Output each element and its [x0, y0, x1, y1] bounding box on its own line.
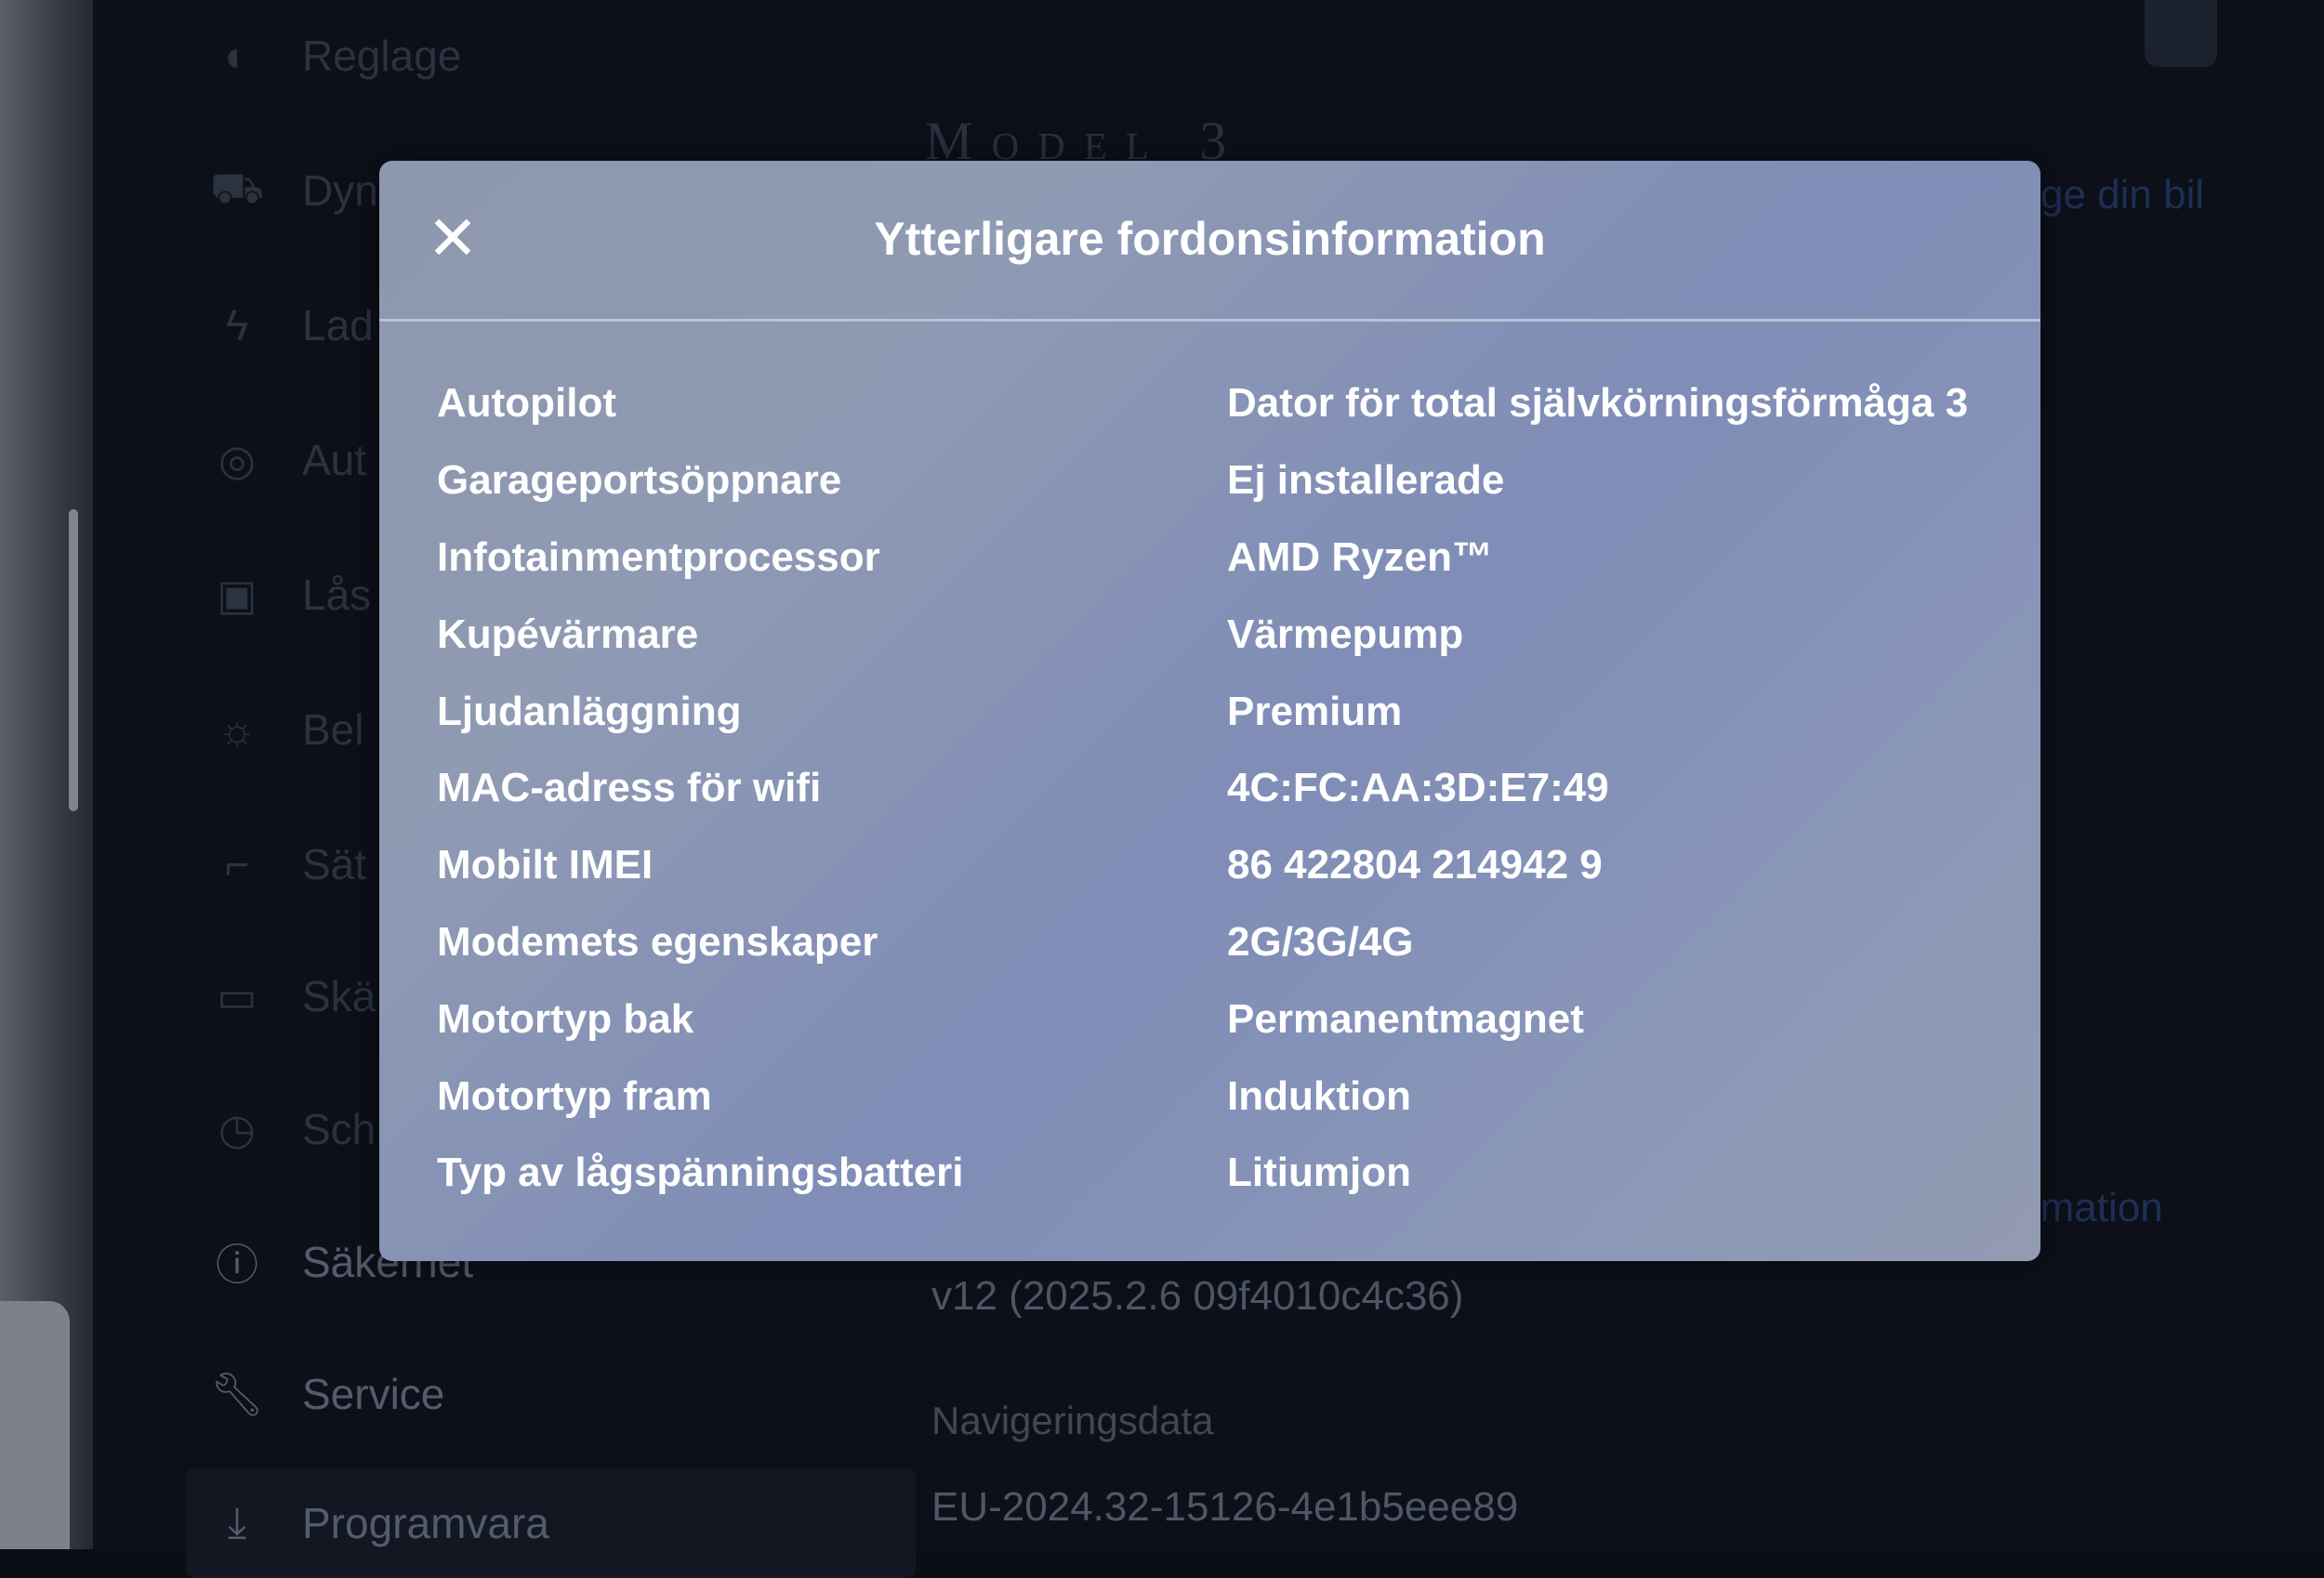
more-info-link[interactable]: rmation [2027, 1185, 2163, 1231]
info-value: 4C:FC:AA:3D:E7:49 [1227, 765, 1609, 811]
menu-item-belysning[interactable]: ☼ Bel [209, 702, 364, 757]
seat-icon: ⌐ [224, 840, 250, 888]
dialog-header: ✕ Ytterligare fordonsinformation [379, 161, 2040, 322]
info-label: Garageportsöppnare [437, 457, 842, 504]
wrench-icon: 🔧︎ [209, 1369, 265, 1418]
info-label: Typ av lågspänningsbatteri [437, 1150, 964, 1196]
info-label: Motortyp fram [437, 1072, 712, 1119]
info-list: Autopilot Dator för total självkörningsf… [437, 365, 2008, 1212]
sun-icon: ☼ [217, 705, 257, 754]
menu-item-scheman[interactable]: ◷ Sch [209, 1101, 376, 1157]
info-value: Litiumjon [1227, 1150, 1411, 1196]
toggle-icon: ◐ [224, 32, 250, 80]
info-value: 2G/3G/4G [1227, 918, 1414, 965]
info-value: Premium [1227, 688, 1403, 734]
info-value: Permanentmagnet [1227, 995, 1584, 1042]
menu-item-label: Programvara [302, 1499, 549, 1547]
name-car-link[interactable]: ge din bil [2040, 172, 2204, 218]
car-icon: ⛟ [210, 164, 264, 212]
info-label: Kupévärmare [437, 611, 699, 657]
vehicle-info-dialog: ✕ Ytterligare fordonsinformation Autopil… [379, 161, 2040, 1261]
dialog-title: Ytterligare fordonsinformation [874, 213, 1546, 265]
menu-item-label: Lås [302, 571, 372, 619]
sidebar-scrollbar[interactable] [69, 509, 78, 811]
bolt-icon: ϟ [225, 301, 249, 349]
info-label: Ljudanläggning [437, 688, 742, 734]
info-value: Värmepump [1227, 611, 1464, 657]
menu-item-label: Sch [302, 1105, 376, 1153]
info-row-heater: Kupévärmare Värmepump [437, 596, 2008, 673]
info-label: Autopilot [437, 380, 617, 427]
info-value: Induktion [1227, 1072, 1411, 1119]
menu-item-label: Service [302, 1370, 445, 1418]
menu-item-dynamik[interactable]: ⛟ Dyn [209, 163, 378, 218]
info-row-audio: Ljudanläggning Premium [437, 673, 2008, 750]
menu-item-service[interactable]: 🔧︎ Service [209, 1366, 445, 1422]
info-label: Infotainmentprocessor [437, 533, 880, 580]
menu-item-label: Reglage [302, 32, 462, 80]
lock-icon: ▣ [217, 571, 257, 619]
info-row-wifi-mac: MAC-adress för wifi 4C:FC:AA:3D:E7:49 [437, 750, 2008, 827]
side-tab [0, 1301, 70, 1549]
info-value: Ej installerade [1227, 457, 1505, 504]
menu-item-programvara[interactable]: ⤓ Programvara [186, 1468, 916, 1578]
menu-item-autopilot[interactable]: ◎ Aut [209, 432, 366, 488]
info-row-modem: Modemets egenskaper 2G/3G/4G [437, 904, 2008, 981]
menu-item-laddning[interactable]: ϟ Lad [209, 297, 374, 353]
info-value: 86 422804 214942 9 [1227, 842, 1603, 888]
display-icon: ▭ [217, 972, 257, 1020]
steering-wheel-icon: ◎ [218, 436, 257, 484]
menu-item-label: Sät [302, 840, 367, 888]
menu-item-reglage[interactable]: ◐ Reglage [209, 28, 461, 84]
menu-item-saten[interactable]: ⌐ Sät [209, 836, 366, 892]
software-version: v12 (2025.2.6 09f4010c4c36) [931, 1273, 1464, 1319]
info-row-garage: Garageportsöppnare Ej installerade [437, 442, 2008, 519]
nav-data-value: EU-2024.32-15126-4e1b5eee89 [931, 1484, 1519, 1530]
menu-item-label: Skä [302, 972, 376, 1020]
info-row-front-motor: Motortyp fram Induktion [437, 1058, 2008, 1135]
info-row-infotainment: Infotainmentprocessor AMD Ryzen™ [437, 519, 2008, 597]
nav-data-label: Navigeringsdata [931, 1399, 1214, 1442]
menu-item-label: Bel [302, 705, 364, 754]
info-label: Modemets egenskaper [437, 918, 878, 965]
info-icon: ⓘ [216, 1241, 258, 1289]
info-label: Motortyp bak [437, 995, 694, 1042]
info-value: Dator för total självkörningsförmåga 3 [1227, 380, 1969, 427]
menu-item-label: Lad [302, 301, 374, 349]
info-label: Mobilt IMEI [437, 842, 654, 888]
menu-item-label: Aut [302, 436, 367, 484]
info-label: MAC-adress för wifi [437, 765, 822, 811]
clock-icon: ◷ [218, 1105, 257, 1153]
info-row-autopilot: Autopilot Dator för total självkörningsf… [437, 365, 2008, 442]
info-value: AMD Ryzen™ [1227, 533, 1494, 580]
info-row-lv-battery: Typ av lågspänningsbatteri Litiumjon [437, 1135, 2008, 1212]
info-row-rear-motor: Motortyp bak Permanentmagnet [437, 980, 2008, 1058]
download-icon: ⤓ [227, 1498, 247, 1546]
info-row-imei: Mobilt IMEI 86 422804 214942 9 [437, 827, 2008, 904]
menu-item-las[interactable]: ▣ Lås [209, 567, 371, 623]
menu-item-skarm[interactable]: ▭ Skä [209, 968, 376, 1024]
menu-item-label: Dyn [302, 166, 378, 215]
top-right-control[interactable] [2145, 0, 2217, 67]
